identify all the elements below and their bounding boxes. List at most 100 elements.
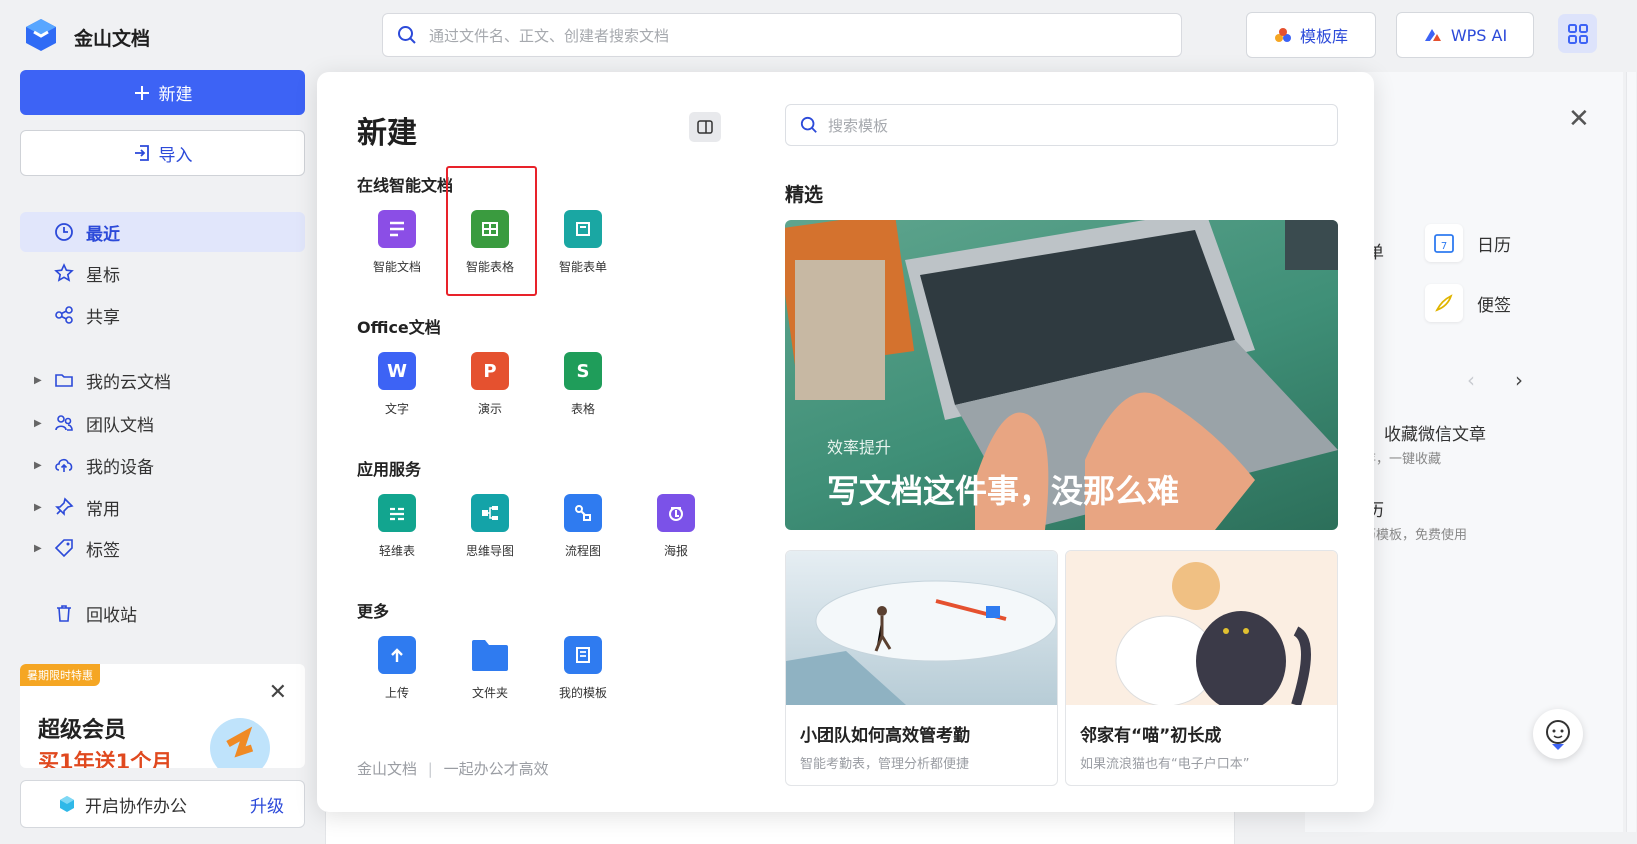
new-button[interactable]: 新建 (20, 70, 305, 115)
template-library-button[interactable]: 模板库 (1246, 12, 1376, 58)
section-title-online-docs: 在线智能文档 (357, 176, 454, 195)
search-icon (800, 116, 817, 133)
collaboration-button[interactable]: 开启协作办公 升级 (20, 780, 305, 828)
promo-banner[interactable]: 暑期限时特惠 ✕ 超级会员 买1年送1个月 (20, 664, 305, 768)
fishbowl-illustration (210, 718, 270, 768)
template-card[interactable]: 小团队如何高效管考勤 智能考勤表，管理分析都便捷 (785, 550, 1058, 786)
app-label: 流程图 (564, 544, 601, 558)
footer-brand: 金山文档 (357, 760, 418, 778)
app-label: 表格 (570, 402, 595, 416)
sidebar-item-label: 我的云文档 (86, 372, 171, 393)
chevron-left-icon[interactable]: ‹ (1467, 368, 1475, 392)
new-folder[interactable]: 文件夹 (448, 636, 532, 701)
note-shortcut[interactable]: 便签 (1425, 284, 1511, 322)
new-spreadsheet[interactable]: S 表格 (541, 352, 625, 417)
upgrade-link[interactable]: 升级 (250, 792, 284, 817)
panel-toggle-button[interactable] (689, 112, 721, 142)
plus-icon (134, 85, 149, 100)
search-icon (398, 26, 416, 44)
new-document-modal: 新建 在线智能文档 智能文档 智能表格 智能表单 Office文档 W 文字 P… (317, 72, 1374, 812)
modal-title: 新建 (357, 116, 417, 151)
apps-grid-button[interactable] (1558, 14, 1597, 53)
sidebar-item-trash[interactable]: 回收站 (20, 593, 305, 633)
new-mindmap[interactable]: 思维导图 (448, 494, 532, 559)
new-word-doc[interactable]: W 文字 (355, 352, 439, 417)
section-title-office-docs: Office文档 (357, 318, 441, 337)
collab-label: 开启协作办公 (85, 796, 187, 817)
expand-arrow-icon[interactable]: ▶ (34, 375, 42, 386)
sidebar-item-team-docs[interactable]: ▶ 团队文档 (20, 403, 305, 443)
wps-ai-button[interactable]: WPS AI (1396, 12, 1534, 58)
note-icon (1425, 284, 1463, 322)
flowchart-icon (564, 494, 602, 532)
sidebar-item-recent[interactable]: 最近 (20, 212, 305, 252)
expand-arrow-icon[interactable]: ▶ (34, 418, 42, 429)
sheet-icon: S (564, 352, 602, 390)
cats-illustration (1066, 551, 1337, 711)
wps-ai-icon (1424, 29, 1441, 41)
assistant-avatar[interactable] (1533, 709, 1583, 759)
sidebar-item-frequent[interactable]: ▶ 常用 (20, 487, 305, 527)
sidebar-item-starred[interactable]: 星标 (20, 253, 305, 293)
new-poster[interactable]: 海报 (634, 494, 718, 559)
smart-doc-icon (378, 210, 416, 248)
expand-arrow-icon[interactable]: ▶ (34, 502, 42, 513)
template-icon (1274, 28, 1291, 42)
my-template-icon (564, 636, 602, 674)
sidebar-item-shared[interactable]: 共享 (20, 295, 305, 335)
calendar-number: 7 (1441, 241, 1447, 252)
upload-action[interactable]: 上传 (355, 636, 439, 701)
scrollbar[interactable] (1626, 72, 1636, 832)
import-button[interactable]: 导入 (20, 130, 305, 176)
my-templates[interactable]: 我的模板 (541, 636, 625, 701)
tag-icon (54, 539, 73, 558)
clock-icon (55, 223, 73, 241)
import-icon (134, 145, 149, 161)
footer-slogan: 一起办公才高效 (443, 760, 549, 778)
new-smart-doc[interactable]: 智能文档 (355, 210, 439, 275)
light-table-icon (378, 494, 416, 532)
card-subtitle: 如果流浪猫也有“电子户口本” (1080, 757, 1250, 772)
smart-form-icon (564, 210, 602, 248)
ppt-icon: P (471, 352, 509, 390)
hero-headline: 写文档这件事，没那么难 (827, 472, 1180, 510)
close-icon[interactable]: ✕ (269, 680, 287, 705)
hero-banner[interactable]: 效率提升 写文档这件事，没那么难 (785, 220, 1338, 530)
collab-cube-icon (60, 796, 74, 812)
upload-icon (378, 636, 416, 674)
modal-footer: 金山文档 | 一起办公才高效 (357, 758, 549, 779)
folder-icon (471, 636, 509, 674)
close-icon[interactable]: ✕ (1568, 104, 1590, 134)
new-presentation[interactable]: P 演示 (448, 352, 532, 417)
chevron-right-icon[interactable]: › (1515, 368, 1523, 392)
folder-icon (55, 374, 73, 387)
featured-title: 精选 (785, 184, 824, 206)
calendar-label: 日历 (1477, 235, 1511, 256)
mindmap-icon (471, 494, 509, 532)
card-title: 邻家有“喵”初长成 (1080, 726, 1222, 746)
sidebar-item-my-cloud-docs[interactable]: ▶ 我的云文档 (20, 360, 305, 400)
card-subtitle: 智能考勤表，管理分析都便捷 (800, 757, 970, 772)
expand-arrow-icon[interactable]: ▶ (34, 460, 42, 471)
section-title-more: 更多 (357, 602, 390, 621)
promo-title: 超级会员 (38, 718, 127, 743)
global-search-input[interactable]: 通过文件名、正文、创建者搜索文档 (382, 13, 1182, 57)
sidebar-item-label: 常用 (86, 499, 120, 520)
app-label: 上传 (384, 686, 409, 700)
pin-icon (55, 497, 74, 516)
new-light-table[interactable]: 轻维表 (355, 494, 439, 559)
calendar-shortcut[interactable]: 7 日历 (1425, 224, 1511, 262)
app-label: 轻维表 (378, 544, 415, 558)
sidebar-item-label: 回收站 (86, 605, 137, 626)
template-search-input[interactable]: 搜索模板 (785, 104, 1338, 146)
star-icon (54, 263, 74, 282)
sidebar-item-tags[interactable]: ▶ 标签 (20, 528, 305, 568)
expand-arrow-icon[interactable]: ▶ (34, 543, 42, 554)
template-card[interactable]: 邻家有“喵”初长成 如果流浪猫也有“电子户口本” (1065, 550, 1338, 786)
sidebar-item-label: 最近 (86, 224, 120, 245)
new-smart-form[interactable]: 智能表单 (541, 210, 625, 275)
new-flowchart[interactable]: 流程图 (541, 494, 625, 559)
promo-subtitle: 买1年送1个月 (38, 750, 173, 768)
hero-tag: 效率提升 (827, 438, 892, 457)
sidebar-item-my-devices[interactable]: ▶ 我的设备 (20, 445, 305, 485)
